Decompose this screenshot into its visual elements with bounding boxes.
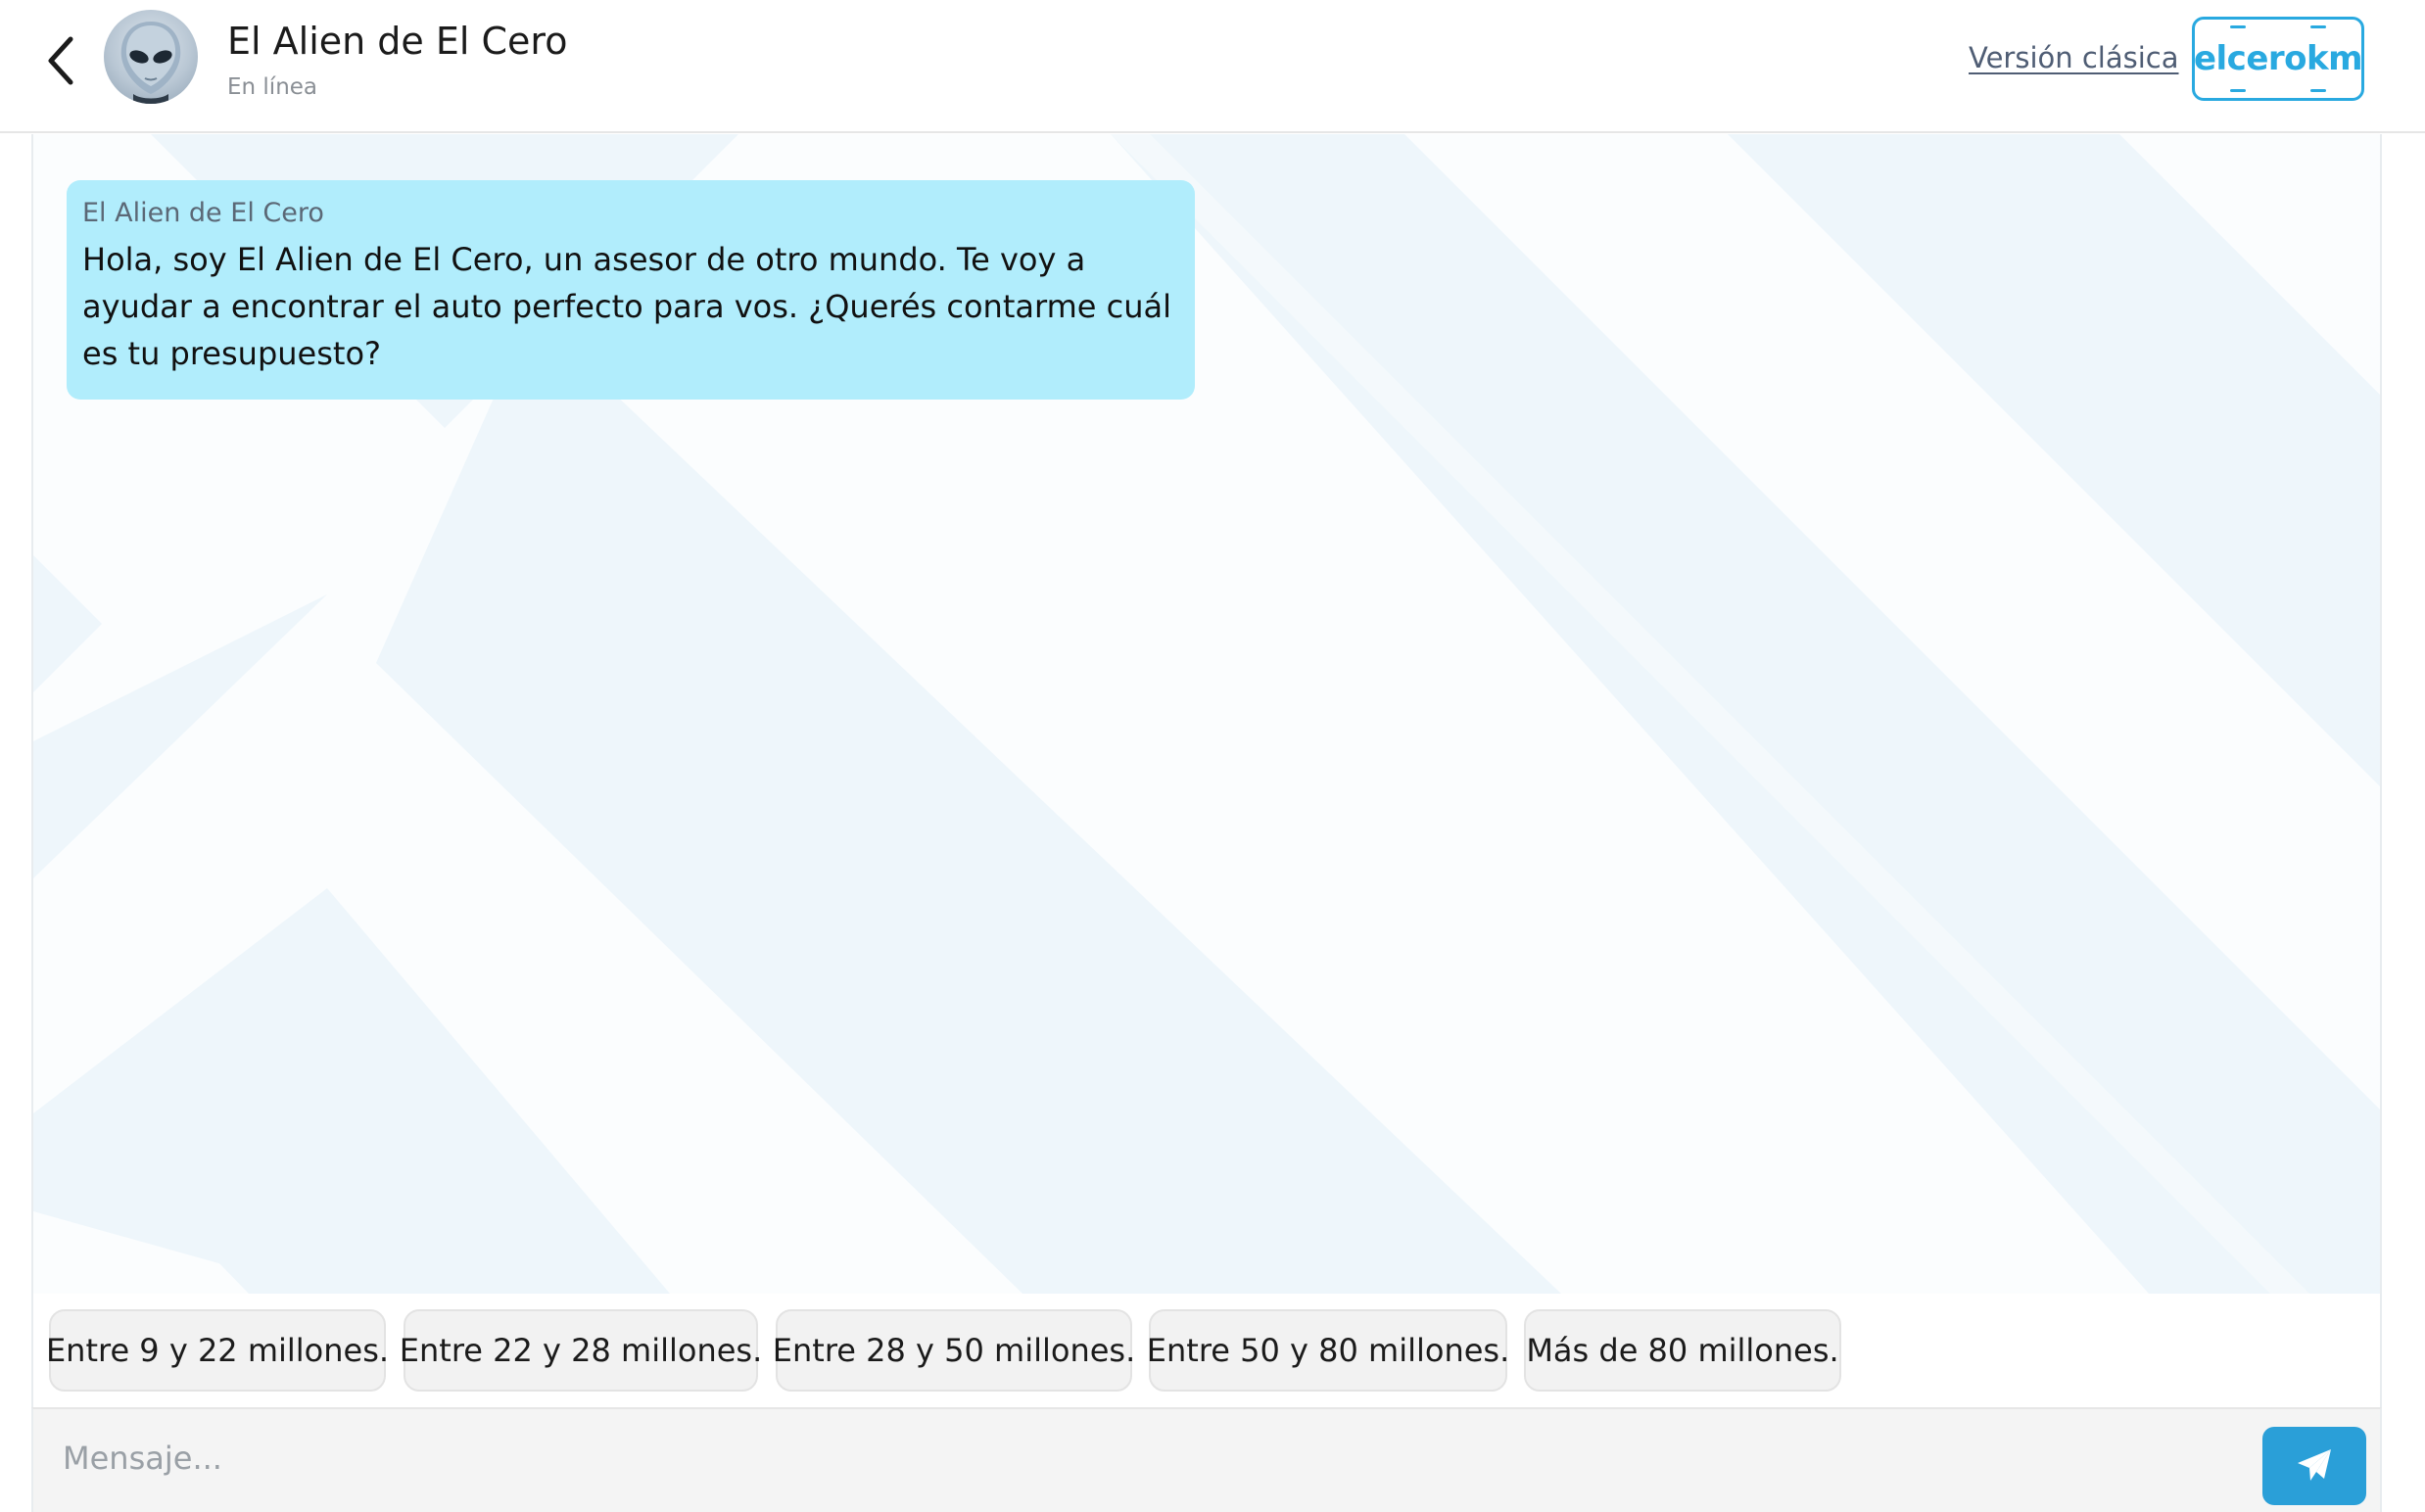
online-status: En línea — [227, 74, 318, 100]
chat-app: El Alien de El Cero En línea Versión clá… — [0, 0, 2425, 1512]
message-text: Hola, soy El Alien de El Cero, un asesor… — [82, 241, 1171, 372]
chat-header: El Alien de El Cero En línea Versión clá… — [0, 0, 2425, 133]
chevron-left-icon — [48, 36, 73, 85]
quick-reply-28-50[interactable]: Entre 28 y 50 millones. — [773, 1309, 1135, 1392]
message-sender: El Alien de El Cero — [82, 198, 324, 228]
elcerokm-logo[interactable]: elcerokm — [2192, 17, 2364, 101]
logo-text: elcerokm — [2193, 39, 2363, 78]
paper-plane-icon — [2298, 1449, 2331, 1481]
send-button[interactable] — [2262, 1427, 2366, 1505]
classic-version-link[interactable]: Versión clásica — [1969, 41, 2179, 74]
quick-reply-50-80[interactable]: Entre 50 y 80 millones. — [1147, 1309, 1509, 1392]
quick-reply-22-28[interactable]: Entre 22 y 28 millones. — [400, 1309, 762, 1392]
bot-message-bubble: El Alien de El Cero Hola, soy El Alien d… — [67, 180, 1195, 400]
chat-title: El Alien de El Cero — [227, 20, 568, 63]
chat-messages-area[interactable]: El Alien de El Cero Hola, soy El Alien d… — [31, 134, 2382, 1294]
quick-reply-80-plus[interactable]: Más de 80 millones. — [1524, 1309, 1841, 1392]
message-input[interactable] — [63, 1427, 2178, 1489]
back-button[interactable] — [35, 29, 84, 92]
quick-replies-bar: Entre 9 y 22 millones. Entre 22 y 28 mil… — [31, 1294, 2382, 1407]
quick-reply-9-22[interactable]: Entre 9 y 22 millones. — [46, 1309, 389, 1392]
alien-avatar — [104, 10, 198, 104]
message-input-bar — [31, 1407, 2382, 1512]
